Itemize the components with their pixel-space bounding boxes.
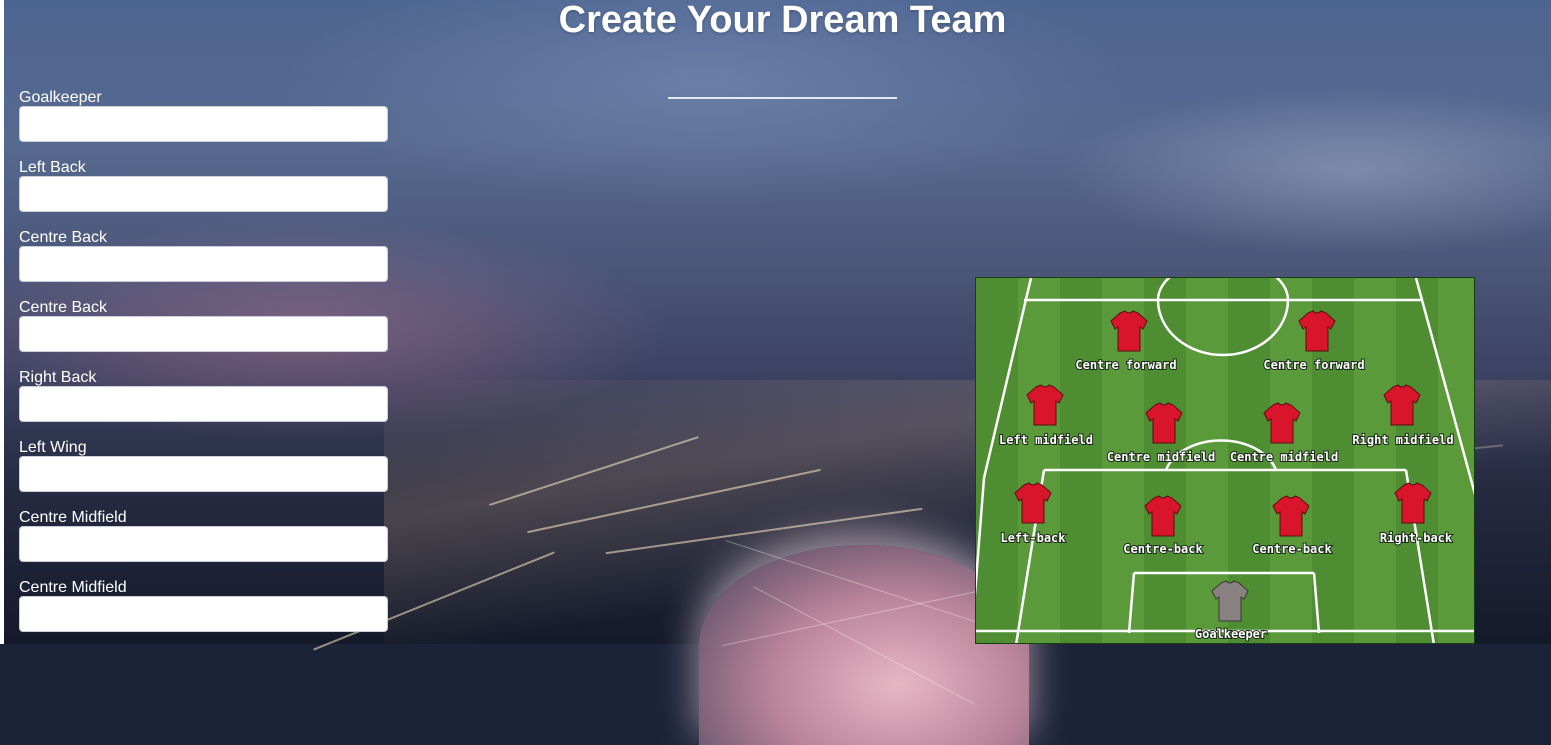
field-right-back: Right Back	[19, 369, 391, 439]
player-label: Centre midfield	[1230, 450, 1338, 464]
player-label: Centre forward	[1263, 358, 1364, 372]
player-label: Right-back	[1380, 531, 1453, 545]
field-centre-midfield-1: Centre Midfield	[19, 509, 391, 579]
field-label: Centre Back	[19, 299, 108, 316]
field-label: Centre Midfield	[19, 579, 127, 596]
player-label: Left midfield	[999, 433, 1093, 447]
field-goalkeeper: Goalkeeper	[19, 89, 391, 159]
field-centre-midfield-2: Centre Midfield	[19, 579, 391, 649]
page-title: Create Your Dream Team	[558, 0, 1007, 41]
player-label: Centre-back	[1252, 542, 1332, 556]
pitch-diagram: Centre forward Centre forward Left midfi…	[976, 278, 1474, 643]
goalkeeper-input[interactable]	[19, 106, 388, 142]
left-back-input[interactable]	[19, 176, 388, 212]
centre-back-1-input[interactable]	[19, 246, 388, 282]
field-label: Centre Midfield	[19, 509, 127, 526]
formation-pitch-image: Centre forward Centre forward Left midfi…	[975, 277, 1475, 644]
right-back-input[interactable]	[19, 386, 388, 422]
player-label: Centre forward	[1075, 358, 1176, 372]
title-divider	[668, 97, 897, 99]
field-label: Centre Back	[19, 229, 108, 246]
field-left-wing: Left Wing	[19, 439, 391, 509]
field-label: Left Back	[19, 159, 86, 176]
player-label: Centre-back	[1123, 542, 1203, 556]
team-form: Goalkeeper Left Back Centre Back Centre …	[19, 89, 391, 649]
field-label: Left Wing	[19, 439, 87, 456]
player-label: Goalkeeper	[1195, 627, 1267, 641]
centre-midfield-1-input[interactable]	[19, 526, 388, 562]
player-label: Centre midfield	[1107, 450, 1215, 464]
centre-back-2-input[interactable]	[19, 316, 388, 352]
field-label: Right Back	[19, 369, 97, 386]
field-left-back: Left Back	[19, 159, 391, 229]
field-label: Goalkeeper	[19, 89, 102, 106]
player-label: Right midfield	[1352, 433, 1453, 447]
field-centre-back-2: Centre Back	[19, 299, 391, 369]
field-centre-back-1: Centre Back	[19, 229, 391, 299]
left-wing-input[interactable]	[19, 456, 388, 492]
centre-midfield-2-input[interactable]	[19, 596, 388, 632]
player-label: Left-back	[1000, 531, 1066, 545]
